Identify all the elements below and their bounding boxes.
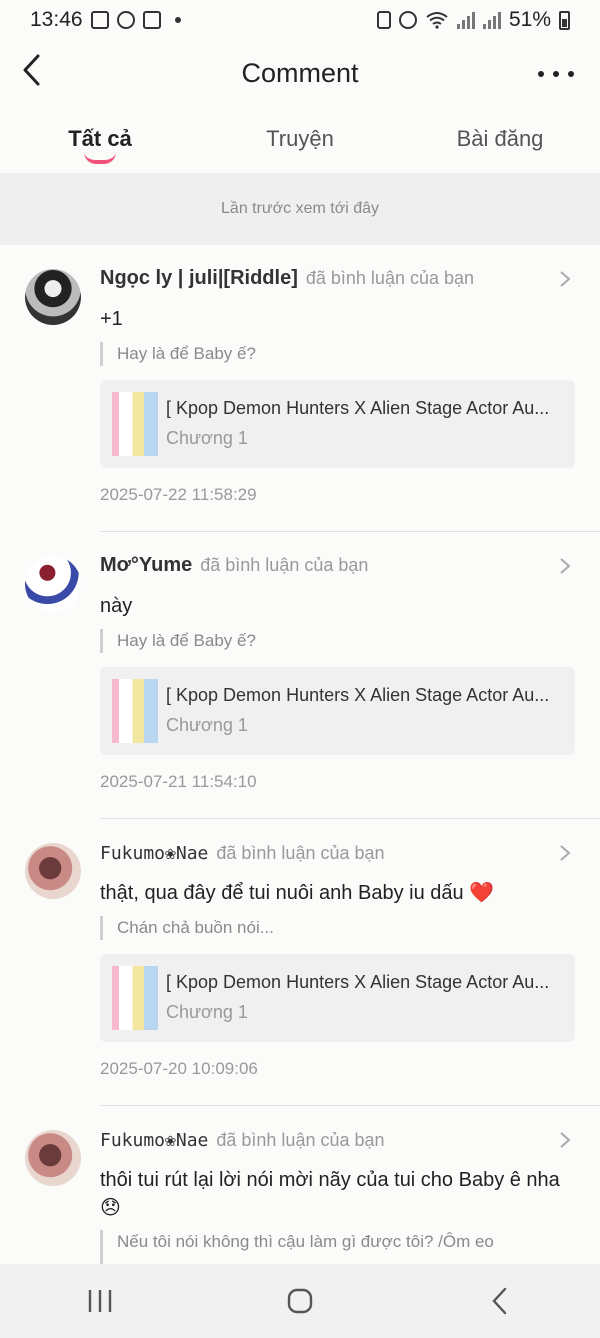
comment-item[interactable]: Mơ°Yume đã bình luận của bạn này Hay là đ…: [0, 532, 600, 819]
chevron-right-icon[interactable]: [558, 269, 572, 289]
home-icon: [287, 1288, 313, 1314]
story-card[interactable]: [ Kpop Demon Hunters X Alien Stage Actor…: [100, 667, 575, 755]
username[interactable]: Fukumo❀Nae đã bình luận của bạn: [100, 1130, 385, 1151]
timestamp: 2025-07-20 10:09:06: [100, 1059, 258, 1078]
back-icon: [492, 1287, 507, 1315]
status-bar: 13:46 51%: [0, 0, 600, 40]
comment-text: +1: [100, 308, 123, 330]
clock: 13:46: [30, 8, 83, 31]
comment-text: thôi tui rút lại lời nói mời nãy của tui…: [100, 1169, 560, 1219]
battery-percent: 51%: [508, 8, 551, 31]
story-thumbnail: [112, 966, 158, 1030]
username[interactable]: Mơ°Yume đã bình luận của bạn: [100, 554, 368, 577]
comment-text: thật, qua đây để tui nuôi anh Baby iu dấ…: [100, 882, 495, 904]
more-dot: [568, 71, 574, 77]
tab-all[interactable]: Tất cả: [0, 112, 200, 172]
system-nav-bar: [0, 1264, 600, 1338]
pinterest-icon: [116, 11, 135, 29]
tab-posts-label: Bài đăng: [456, 126, 544, 151]
story-thumbnail: [112, 392, 158, 456]
checkbox-icon: [142, 11, 161, 29]
system-back-button[interactable]: [470, 1271, 530, 1331]
story-title: [ Kpop Demon Hunters X Alien Stage Actor…: [166, 685, 550, 705]
quoted-comment: Chán chả buồn nói...: [100, 916, 570, 940]
alarm-icon: [398, 11, 417, 29]
last-seen-banner: Lần trước xem tới đây: [0, 173, 600, 245]
story-card[interactable]: [ Kpop Demon Hunters X Alien Stage Actor…: [100, 954, 575, 1042]
status-left: 13:46: [30, 8, 181, 32]
last-seen-text: Lần trước xem tới đây: [221, 200, 379, 217]
comment-item[interactable]: Fukumo❀Nae đã bình luận của bạn thôi tui …: [0, 1106, 600, 1264]
username-text: Mơ°Yume: [100, 554, 193, 576]
tab-all-label: Tất cả: [68, 126, 132, 151]
battery-saver-icon: [376, 11, 391, 29]
story-title: [ Kpop Demon Hunters X Alien Stage Actor…: [166, 398, 550, 418]
action-text: đã bình luận của bạn: [305, 268, 475, 288]
timestamp: 2025-07-22 11:58:29: [100, 485, 257, 504]
action-text: đã bình luận của bạn: [216, 1130, 385, 1150]
avatar[interactable]: [25, 1130, 81, 1186]
comment-item[interactable]: Fukumo❀Nae đã bình luận của bạn thật, qua…: [0, 819, 600, 1106]
story-card[interactable]: [ Kpop Demon Hunters X Alien Stage Actor…: [100, 380, 575, 468]
battery-icon: [559, 10, 570, 30]
comment-item[interactable]: Ngọc ly | juli|[Riddle] đã bình luận của …: [0, 245, 600, 532]
quoted-comment: Hay là để Baby ế?: [100, 629, 570, 653]
quoted-comment: Nếu tôi nói không thì cậu làm gì được tô…: [100, 1230, 570, 1264]
action-text: đã bình luận của bạn: [200, 555, 369, 575]
timestamp: 2025-07-21 11:54:10: [100, 772, 257, 791]
chapter-label: Chương 1: [166, 428, 248, 448]
avatar[interactable]: [25, 269, 81, 325]
page-title: Comment: [241, 58, 359, 88]
chapter-label: Chương 1: [166, 1002, 248, 1022]
chevron-right-icon[interactable]: [558, 843, 572, 863]
home-button[interactable]: [270, 1271, 330, 1331]
dot-icon: [174, 17, 181, 23]
action-text: đã bình luận của bạn: [216, 843, 385, 863]
quoted-comment: Hay là để Baby ế?: [100, 342, 570, 366]
story-thumbnail: [112, 679, 158, 743]
comment-text: này: [100, 595, 133, 617]
avatar[interactable]: [25, 556, 81, 612]
chevron-right-icon[interactable]: [558, 556, 572, 576]
tab-bar: Tất cả Truyện Bài đăng: [0, 112, 600, 172]
signal-icon: [456, 11, 475, 29]
gallery-icon: [90, 11, 109, 29]
chapter-label: Chương 1: [166, 715, 248, 735]
avatar[interactable]: [25, 843, 81, 899]
story-title: [ Kpop Demon Hunters X Alien Stage Actor…: [166, 972, 550, 992]
app-header: Comment: [0, 44, 600, 106]
username-text: Ngọc ly | juli|[Riddle]: [100, 267, 298, 289]
more-dot: [538, 71, 544, 77]
more-options-button[interactable]: [538, 64, 574, 84]
signal-icon: [482, 11, 501, 29]
active-tab-indicator: [84, 152, 116, 164]
username-text: Fukumo❀Nae: [100, 843, 209, 864]
tab-stories[interactable]: Truyện: [200, 112, 400, 172]
status-right: 51%: [376, 8, 570, 32]
wifi-icon: [426, 12, 448, 29]
recent-apps-icon: [88, 1290, 112, 1312]
username[interactable]: Ngọc ly | juli|[Riddle] đã bình luận của …: [100, 267, 474, 290]
recent-apps-button[interactable]: [70, 1271, 130, 1331]
username-text: Fukumo❀Nae: [100, 1130, 209, 1151]
chevron-right-icon[interactable]: [558, 1130, 572, 1150]
tab-stories-label: Truyện: [266, 126, 334, 151]
more-dot: [553, 71, 559, 77]
username[interactable]: Fukumo❀Nae đã bình luận của bạn: [100, 843, 385, 864]
tab-posts[interactable]: Bài đăng: [400, 112, 600, 172]
